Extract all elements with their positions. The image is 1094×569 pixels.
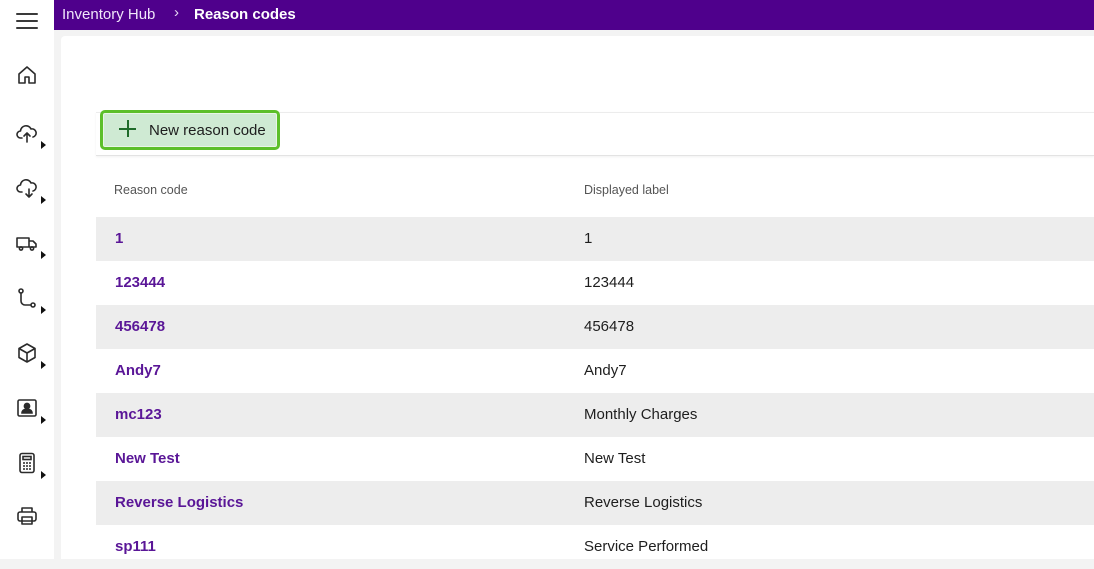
nav-print[interactable] bbox=[12, 499, 48, 535]
expand-caret-icon bbox=[41, 196, 46, 204]
nav-home[interactable] bbox=[12, 58, 48, 94]
table-row[interactable]: 123444 123444 bbox=[96, 261, 1094, 305]
top-bar: Inventory Hub › Reason codes bbox=[54, 0, 1094, 30]
truck-icon bbox=[16, 237, 37, 251]
table-row[interactable]: 1 1 bbox=[96, 217, 1094, 261]
nav-inbound[interactable] bbox=[12, 116, 48, 152]
contact-card-icon bbox=[17, 399, 37, 417]
new-reason-code-button[interactable]: New reason code bbox=[100, 110, 280, 150]
table-row[interactable]: sp111 Service Performed bbox=[96, 525, 1094, 569]
nav-customers[interactable] bbox=[12, 391, 48, 427]
nav-shipping[interactable] bbox=[12, 226, 48, 262]
workflow-icon bbox=[18, 288, 36, 308]
expand-caret-icon bbox=[41, 306, 46, 314]
displayed-label-cell: New Test bbox=[584, 450, 646, 467]
expand-caret-icon bbox=[41, 471, 46, 479]
new-reason-code-label: New reason code bbox=[149, 122, 266, 139]
displayed-label-cell: Reverse Logistics bbox=[584, 494, 703, 511]
table-row[interactable]: New Test New Test bbox=[96, 437, 1094, 481]
displayed-label-cell: Andy7 bbox=[584, 362, 627, 379]
displayed-label-cell: Service Performed bbox=[584, 538, 709, 555]
displayed-label-cell: 123444 bbox=[584, 274, 635, 291]
column-header-reason-code[interactable]: Reason code bbox=[114, 183, 188, 197]
nav-workflow[interactable] bbox=[12, 281, 48, 317]
reason-code-link[interactable]: Reverse Logistics bbox=[115, 494, 243, 511]
nav-outbound[interactable] bbox=[12, 171, 48, 207]
upload-cloud-icon bbox=[16, 125, 37, 143]
expand-caret-icon bbox=[41, 251, 46, 259]
displayed-label-cell: 1 bbox=[584, 230, 593, 247]
table-row[interactable]: mc123 Monthly Charges bbox=[96, 393, 1094, 437]
reason-code-link[interactable]: sp111 bbox=[115, 538, 156, 555]
reason-code-link[interactable]: 123444 bbox=[115, 274, 165, 291]
expand-caret-icon bbox=[41, 361, 46, 369]
table-row[interactable]: 456478 456478 bbox=[96, 305, 1094, 349]
hamburger-menu-icon[interactable] bbox=[16, 13, 38, 29]
breadcrumb-current-page: Reason codes bbox=[194, 6, 296, 23]
plus-icon bbox=[118, 119, 138, 139]
sidebar bbox=[0, 0, 54, 559]
reason-code-link[interactable]: mc123 bbox=[115, 406, 162, 423]
reason-code-link[interactable]: 456478 bbox=[115, 318, 165, 335]
reason-code-link[interactable]: New Test bbox=[115, 450, 180, 467]
breadcrumb-separator-icon: › bbox=[174, 4, 179, 21]
home-icon bbox=[18, 66, 36, 84]
package-icon bbox=[18, 343, 36, 363]
printer-icon bbox=[17, 507, 37, 525]
calculator-icon bbox=[19, 452, 35, 474]
displayed-label-cell: 456478 bbox=[584, 318, 635, 335]
expand-caret-icon bbox=[41, 141, 46, 149]
breadcrumb-inventory-hub[interactable]: Inventory Hub bbox=[62, 6, 155, 23]
displayed-label-cell: Monthly Charges bbox=[584, 406, 698, 423]
command-bar: New reason code bbox=[96, 110, 1094, 156]
nav-billing[interactable] bbox=[12, 446, 48, 482]
nav-products[interactable] bbox=[12, 336, 48, 372]
column-header-displayed-label[interactable]: Displayed label bbox=[584, 183, 669, 197]
download-cloud-icon bbox=[16, 179, 37, 198]
table-row[interactable]: Reverse Logistics Reverse Logistics bbox=[96, 481, 1094, 525]
reason-code-link[interactable]: Andy7 bbox=[115, 362, 161, 379]
reason-code-link[interactable]: 1 bbox=[115, 230, 123, 247]
main-content: New reason code Reason code Displayed la… bbox=[61, 36, 1094, 559]
table-row[interactable]: Andy7 Andy7 bbox=[96, 349, 1094, 393]
expand-caret-icon bbox=[41, 416, 46, 424]
